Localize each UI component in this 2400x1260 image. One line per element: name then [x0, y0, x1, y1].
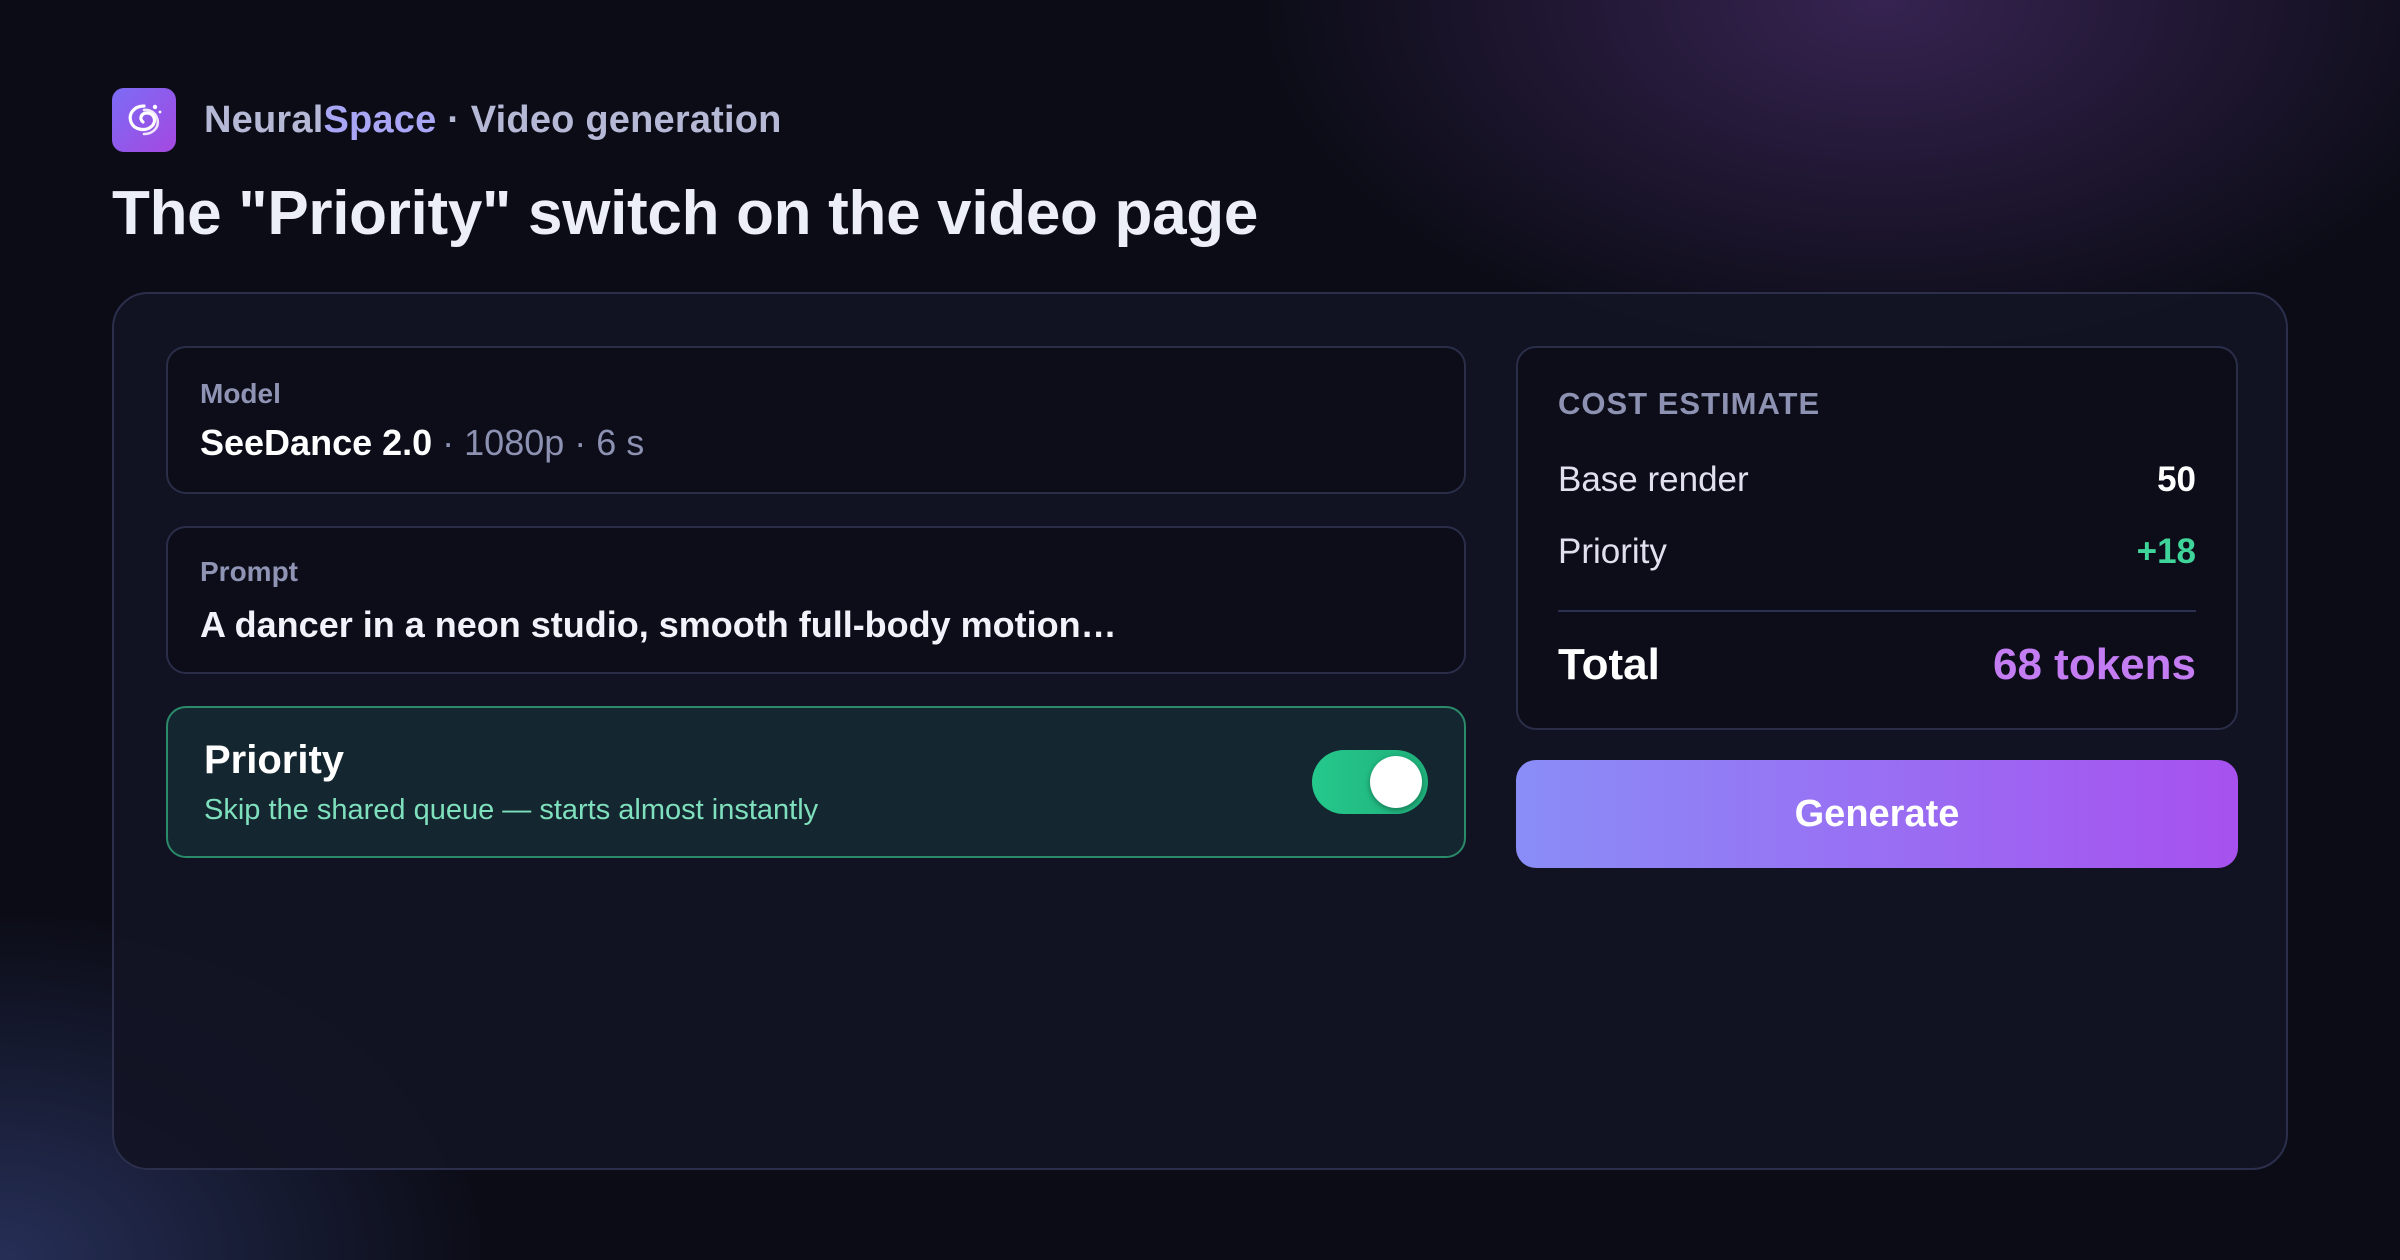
prompt-text: A dancer in a neon studio, smooth full-b… — [200, 604, 1117, 645]
video-generation-panel: Model SeeDance 2.0 · 1080p · 6 s Prompt … — [112, 292, 2288, 1170]
cost-total: Total 68 tokens — [1558, 640, 2196, 690]
cost-divider — [1558, 610, 2196, 612]
brand-name-second: Space — [323, 98, 437, 141]
brand-header: NeuralSpace · Video generation — [112, 88, 782, 152]
prompt-label: Prompt — [200, 556, 298, 587]
brand-title: NeuralSpace · Video generation — [204, 99, 782, 142]
brand-section: · Video generation — [436, 98, 782, 141]
cost-row-label: Priority — [1558, 532, 1667, 571]
priority-title: Priority — [204, 738, 345, 782]
model-meta: · 1080p · 6 s — [432, 422, 645, 463]
cost-estimate-card: COST ESTIMATE Base render 50 Priority +1… — [1516, 346, 2238, 730]
brand-name-first: Neural — [204, 98, 324, 141]
generate-button[interactable]: Generate — [1516, 760, 2238, 868]
priority-option[interactable]: Priority Skip the shared queue — starts … — [166, 706, 1466, 858]
model-selector[interactable]: Model SeeDance 2.0 · 1080p · 6 s — [166, 346, 1466, 494]
total-label: Total — [1558, 640, 1660, 689]
toggle-knob — [1370, 756, 1422, 808]
cost-row-value: +18 — [2136, 532, 2196, 571]
priority-description: Skip the shared queue — starts almost in… — [204, 794, 819, 826]
cost-row-base: Base render 50 — [1558, 460, 2196, 500]
total-value: 68 tokens — [1993, 640, 2196, 689]
galaxy-swirl-icon — [112, 88, 176, 152]
page-title: The "Priority" switch on the video page — [112, 179, 1259, 248]
model-summary: SeeDance 2.0 · 1080p · 6 s — [200, 422, 644, 464]
cost-row-value: 50 — [2157, 460, 2196, 499]
model-name: SeeDance 2.0 — [200, 422, 433, 463]
model-label: Model — [200, 378, 281, 409]
cost-row-label: Base render — [1558, 460, 1749, 499]
cost-row-priority: Priority +18 — [1558, 532, 2196, 572]
prompt-field[interactable]: Prompt A dancer in a neon studio, smooth… — [166, 526, 1466, 674]
cost-heading: COST ESTIMATE — [1558, 386, 1821, 421]
priority-toggle[interactable] — [1312, 750, 1428, 814]
